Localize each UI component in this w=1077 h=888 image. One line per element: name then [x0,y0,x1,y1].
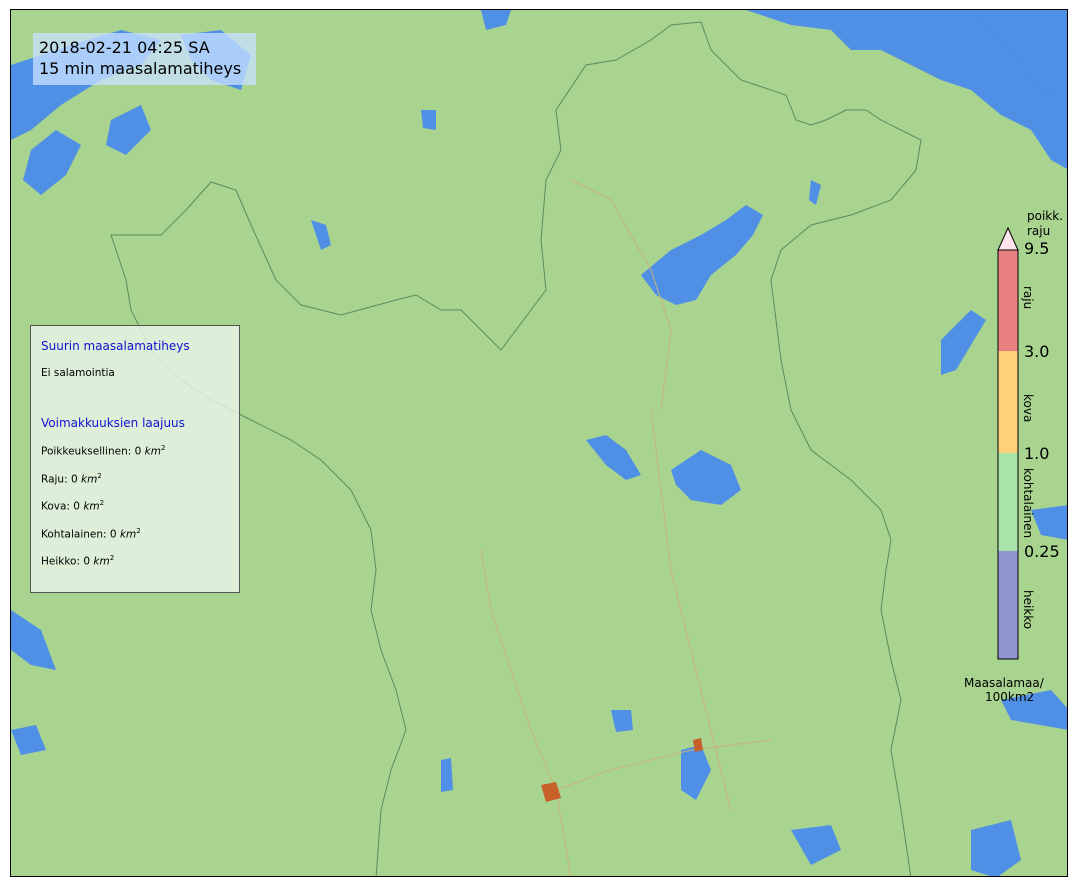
extent-unit-exponent: 2 [97,471,102,480]
extent-unit: km [119,528,137,540]
lake-shape [441,758,453,792]
colorbar-tick-0-25: 0.25 [1024,542,1060,561]
colorbar-band-heikko [998,551,1018,659]
colorbar-extend-label: raju [1027,224,1050,238]
colorbar-extend-label: poikk. [1027,209,1063,223]
extent-unit: km [144,445,161,458]
extent-moderate-label: Kohtalainen: 0 [41,528,117,540]
colorbar-legend: poikk. raju 9.5 3.0 1.0 0.25 raju kova k… [964,209,1063,704]
timestamp-box: 2018-02-21 04:25 SA 15 min maasalamatihe… [33,33,256,85]
colorbar-extension-triangle [997,226,1019,251]
extent-weak-label: Heikko: 0 [41,555,91,568]
colorbar-class-kohtalainen: kohtalainen [1021,468,1035,538]
colorbar-class-kova: kova [1021,394,1035,422]
timestamp-text: 2018-02-21 04:25 SA [39,38,210,57]
extent-strong: Kova: 0 km2 [41,499,229,513]
extent-unit-exponent: 2 [99,499,105,507]
colorbar-unit: 100km2 [985,690,1034,704]
extent-moderate: Kohtalainen: 0 km2 [41,527,229,541]
max-density-value: Ei salamointia [41,367,115,379]
extent-unit-exponent: 2 [160,444,166,452]
lake-shape [421,110,436,130]
extent-severe-label: Raju: 0 [41,473,78,485]
extent-unit-exponent: 2 [136,526,141,535]
colorbar-unit: Maasalamaa/ [964,676,1045,690]
map-frame[interactable]: 2018-02-21 04:25 SA 15 min maasalamatihe… [10,9,1068,877]
extent-severe: Raju: 0 km2 [41,472,229,486]
colorbar-band-kova [998,351,1018,453]
colorbar-tick-1-0: 1.0 [1024,444,1049,463]
extent-heading: Voimakkuuksien laajuus [41,416,185,430]
info-panel: Suurin maasalamatiheys Ei salamointia Vo… [30,325,240,593]
max-density-heading: Suurin maasalamatiheys [41,339,190,353]
extent-unit: km [93,555,110,568]
colorbar-band-kohtalainen [998,453,1018,551]
extent-exceptional-label: Poikkeuksellinen: 0 [41,445,142,458]
extent-unit-exponent: 2 [109,554,115,562]
product-title: 15 min maasalamatiheys [39,59,242,78]
extent-strong-label: Kova: 0 [41,500,80,513]
colorbar-band-raju [998,250,1018,351]
colorbar-class-heikko: heikko [1021,590,1035,629]
extent-exceptional: Poikkeuksellinen: 0 km2 [41,444,229,458]
extent-weak: Heikko: 0 km2 [41,554,229,568]
colorbar-tick-9-5: 9.5 [1024,239,1049,258]
colorbar-class-raju: raju [1021,286,1035,309]
extent-unit: km [80,473,98,485]
colorbar-tick-3-0: 3.0 [1024,342,1049,361]
extent-unit: km [83,500,100,513]
